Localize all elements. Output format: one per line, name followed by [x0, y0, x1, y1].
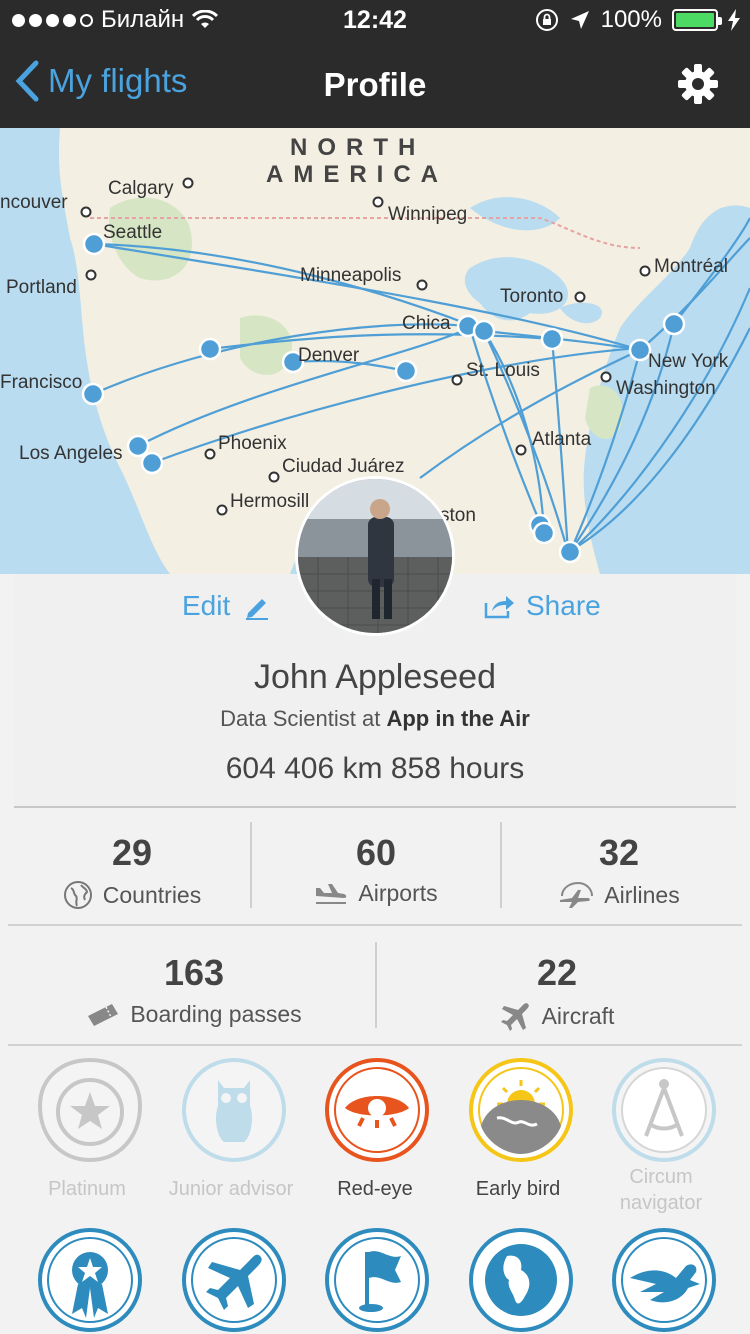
city-label-new-york: New York	[648, 351, 729, 372]
junior-advisor-label: Junior advisor	[168, 1178, 294, 1200]
charging-icon	[728, 9, 740, 31]
airports-stat[interactable]: 60 Airports	[252, 832, 500, 907]
city-label-minneapolis: Minneapolis	[300, 265, 402, 286]
top-bar: Билайн 12:42 100% My flights Profile	[0, 0, 750, 128]
job-title: Data Scientist at	[220, 706, 387, 731]
divider	[8, 924, 742, 926]
countries-count: 29	[111, 832, 153, 873]
boarding-passes-count: 163	[163, 952, 225, 993]
share-label: Share	[526, 590, 601, 621]
red-eye-label: Red-eye	[337, 1178, 413, 1200]
countries-stat[interactable]: 29 Countries	[14, 832, 250, 910]
gear-icon[interactable]	[676, 62, 720, 106]
airplane-landing-icon	[316, 883, 347, 904]
city-label-chicago: Chica	[402, 313, 451, 334]
city-label-winnipeg: Winnipeg	[388, 204, 468, 225]
location-arrow-icon	[570, 11, 589, 29]
edit-profile-button[interactable]: Edit	[182, 590, 272, 622]
circum-navigator-label-line1: Circum	[629, 1166, 693, 1188]
airlines-label: Airlines	[604, 881, 680, 908]
status-bar: Билайн 12:42 100%	[0, 0, 750, 40]
city-label-portland: Portland	[6, 277, 77, 298]
pencil-icon	[246, 599, 269, 620]
early-bird-label: Early bird	[475, 1178, 561, 1200]
city-label-atlanta: Atlanta	[532, 429, 592, 450]
airline-icon	[560, 881, 594, 908]
battery-icon	[672, 9, 722, 31]
circum-navigator-label-line2: navigator	[619, 1192, 703, 1214]
red-eye-badge[interactable]	[323, 1056, 431, 1164]
award-ribbon-badge[interactable]	[36, 1226, 144, 1334]
page-title: Profile	[323, 66, 427, 103]
company-name: App in the Air	[386, 706, 530, 731]
city-label-toronto: Toronto	[500, 286, 564, 307]
ticket-icon	[88, 1004, 119, 1026]
share-button[interactable]: Share	[484, 590, 601, 622]
aircraft-stat[interactable]: 22 Aircraft	[377, 952, 737, 1032]
navigation-bar: My flights Profile	[0, 40, 750, 128]
total-distance: 604 406 km 858 hours	[225, 752, 525, 785]
airplane-icon	[500, 1003, 529, 1031]
aircraft-count: 22	[536, 952, 578, 993]
platinum-label: Platinum	[48, 1178, 126, 1200]
airports-label: Airports	[358, 880, 438, 906]
continent-label: NORTH	[290, 134, 426, 161]
globe-icon	[63, 881, 92, 909]
continent-label: AMERICA	[266, 161, 448, 188]
circum-navigator-badge[interactable]	[610, 1056, 718, 1164]
city-label-washington: Washington	[616, 378, 716, 399]
airports-count: 60	[355, 832, 397, 873]
city-label-montreal: Montréal	[654, 256, 728, 277]
edit-label: Edit	[182, 590, 231, 621]
rotation-lock-icon	[535, 9, 558, 31]
city-label-calgary: Calgary	[108, 178, 174, 199]
platinum-badge[interactable]	[36, 1056, 144, 1164]
city-label-denver: Denver	[298, 345, 360, 366]
airlines-stat[interactable]: 32 Airlines	[502, 832, 736, 910]
battery-percent: 100%	[600, 6, 662, 33]
city-label-hermosillo: Hermosill	[230, 491, 310, 512]
profile-job: Data Scientist at App in the Air	[0, 706, 750, 732]
city-label-los-angeles: Los Angeles	[19, 443, 123, 464]
city-label-st-louis: St. Louis	[466, 360, 540, 381]
bird-badge[interactable]	[610, 1226, 718, 1334]
city-label-vancouver: ncouver	[0, 192, 68, 213]
airplane-badge[interactable]	[180, 1226, 288, 1334]
early-bird-badge[interactable]	[467, 1056, 575, 1164]
airlines-count: 32	[598, 832, 640, 873]
profile-name: John Appleseed	[254, 658, 496, 696]
avatar[interactable]	[295, 476, 455, 636]
divider	[8, 1044, 742, 1046]
junior-advisor-badge[interactable]	[180, 1056, 288, 1164]
city-label-ciudad-juarez: Ciudad Juárez	[282, 456, 405, 477]
boarding-passes-label: Boarding passes	[130, 1000, 302, 1027]
city-label-seattle: Seattle	[103, 222, 163, 243]
share-icon	[484, 596, 514, 619]
aircraft-label: Aircraft	[541, 1002, 615, 1029]
globe-badge[interactable]	[467, 1226, 575, 1334]
city-label-san-francisco: Francisco	[0, 372, 83, 393]
flag-badge[interactable]	[323, 1226, 431, 1334]
boarding-passes-stat[interactable]: 163 Boarding passes	[14, 952, 374, 1028]
city-label-phoenix: Phoenix	[218, 433, 287, 454]
countries-label: Countries	[102, 881, 202, 908]
